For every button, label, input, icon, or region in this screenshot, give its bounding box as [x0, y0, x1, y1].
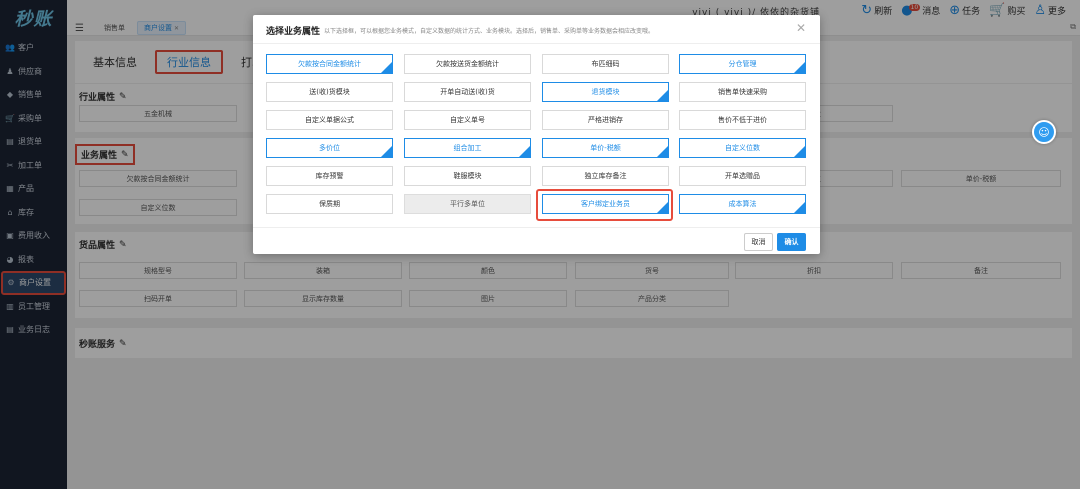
attribute-option[interactable]: 单价-税额 — [542, 138, 669, 158]
attribute-option[interactable]: 自定义单据公式 — [266, 110, 393, 130]
attribute-option[interactable]: 布匹细码 — [542, 54, 669, 74]
attribute-option[interactable]: 自定义单号 — [404, 110, 531, 130]
modal-title: 选择业务属性 — [266, 27, 321, 37]
attribute-option[interactable]: 开单选赠品 — [679, 166, 806, 186]
close-icon[interactable]: ✕ — [796, 21, 806, 35]
modal-description: 以下选择框，可以根据您业务模式，自定义数据的统计方式、业务模块。选择后，销售单、… — [324, 28, 655, 35]
attribute-option[interactable]: 组合加工 — [404, 138, 531, 158]
attribute-option[interactable]: 开单自动送(收)货 — [404, 82, 531, 102]
attribute-option[interactable]: 成本算法 — [679, 194, 806, 214]
attribute-option[interactable]: 多价位 — [266, 138, 393, 158]
business-attributes-modal: 选择业务属性 以下选择框，可以根据您业务模式，自定义数据的统计方式、业务模块。选… — [253, 15, 820, 254]
modal-footer-divider — [253, 227, 820, 228]
attribute-option[interactable]: 自定义位数 — [679, 138, 806, 158]
attribute-option[interactable]: 客户绑定业务员 — [542, 194, 669, 214]
attribute-option[interactable]: 销售单快速采购 — [679, 82, 806, 102]
attribute-option[interactable]: 欠款按送货金额统计 — [404, 54, 531, 74]
attribute-option[interactable]: 送(收)货模块 — [266, 82, 393, 102]
cancel-button[interactable]: 取消 — [744, 233, 773, 251]
attribute-option[interactable]: 分仓管理 — [679, 54, 806, 74]
attribute-option: 平行多单位 — [404, 194, 531, 214]
customer-service-icon[interactable]: ☺ — [1032, 120, 1056, 144]
attribute-option[interactable]: 独立库存备注 — [542, 166, 669, 186]
attribute-option[interactable]: 鞋服模块 — [404, 166, 531, 186]
attribute-option[interactable]: 库存预警 — [266, 166, 393, 186]
confirm-button[interactable]: 确认 — [777, 233, 806, 251]
modal-divider — [253, 43, 820, 44]
attribute-option[interactable]: 售价不低于进价 — [679, 110, 806, 130]
attribute-option[interactable]: 保质期 — [266, 194, 393, 214]
attribute-option[interactable]: 欠款按合同金额统计 — [266, 54, 393, 74]
attribute-option[interactable]: 退货模块 — [542, 82, 669, 102]
attribute-option[interactable]: 严格进销存 — [542, 110, 669, 130]
